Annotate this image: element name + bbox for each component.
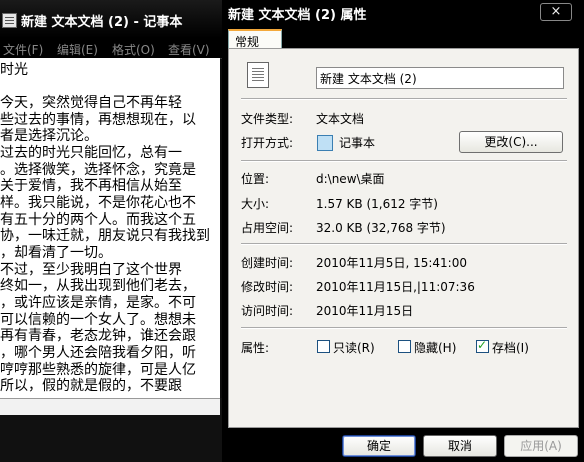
size-on-disk-value: 32.0 KB (32,768 字节) <box>316 221 446 235</box>
text-line: 今天，突然觉得自己不再年轻 <box>0 95 182 111</box>
text-line: 样。我只能说，不是你花心也不 <box>0 195 196 211</box>
separator <box>241 98 567 100</box>
file-type-value: 文本文档 <box>316 112 365 126</box>
menu-view[interactable]: 查看(V) <box>168 41 210 58</box>
text-line: ，或许应该是亲情，是家。不可 <box>0 295 196 311</box>
separator <box>241 327 567 329</box>
apply-button[interactable]: 应用(A) <box>504 435 578 457</box>
text-line: ，哪个男人还会陪我看夕阳，听 <box>0 345 196 361</box>
notepad-title-bar[interactable]: 新建 文本文档 (2) - 记事本 <box>0 0 222 38</box>
change-button[interactable]: 更改(C)... <box>459 131 563 153</box>
text-line: 可以信赖的一个女人了。想想未 <box>0 312 196 328</box>
dialog-title-bar[interactable]: 新建 文本文档 (2) 属性 × <box>222 0 584 25</box>
size-value: 1.57 KB (1,612 字节) <box>316 197 438 211</box>
menu-edit[interactable]: 编辑(E) <box>57 41 98 58</box>
text-line: 哼哼那些熟悉的旋律，可是人亿 <box>0 362 196 378</box>
readonly-label[interactable]: 只读(R) <box>333 339 375 356</box>
filename-field[interactable]: 新建 文本文档 (2) <box>316 67 564 89</box>
created-label: 创建时间: <box>241 256 294 270</box>
text-line: 有五十分的两个人。而我这个五 <box>0 212 196 228</box>
file-type-label: 文件类型: <box>241 112 294 126</box>
separator <box>241 243 567 245</box>
location-label: 位置: <box>241 172 270 186</box>
size-on-disk-label: 占用空间: <box>241 221 294 235</box>
accessed-label: 访问时间: <box>241 304 294 318</box>
text-document-icon <box>247 62 269 88</box>
notepad-title: 新建 文本文档 (2) - 记事本 <box>21 15 183 30</box>
hidden-label[interactable]: 隐藏(H) <box>414 339 456 356</box>
text-line: 再有青春，老态龙钟，谁还会跟 <box>0 328 196 344</box>
text-line: 终如一，从我出现到他们老去， <box>0 278 196 294</box>
location-value: d:\new\桌面 <box>316 172 385 186</box>
modified-value: 2010年11月15日,|11:07:36 <box>316 280 475 294</box>
attributes-label: 属性: <box>241 341 270 355</box>
archive-label[interactable]: 存档(I) <box>492 339 529 356</box>
menu-file[interactable]: 文件(F) <box>3 41 43 58</box>
separator <box>241 160 567 162</box>
text-line: 过去的时光只能回忆，总有一 <box>0 145 182 161</box>
text-line: 不过，至少我明白了这个世界 <box>0 262 182 278</box>
filename-value: 新建 文本文档 (2) <box>320 72 417 86</box>
text-line: 所以，假的就是假的，不要跟 <box>0 378 182 394</box>
horizontal-scrollbar[interactable] <box>0 398 220 415</box>
general-panel: 新建 文本文档 (2) 文件类型: 文本文档 打开方式: 记事本 更改(C)..… <box>228 48 579 428</box>
cancel-button[interactable]: 取消 <box>423 435 497 457</box>
archive-checkbox[interactable] <box>476 338 489 353</box>
modified-label: 修改时间: <box>241 280 294 294</box>
text-line: 时光 <box>0 62 28 78</box>
text-line: 。选择微笑，选择怀念，究竟是 <box>0 162 196 178</box>
notepad-window: 新建 文本文档 (2) - 记事本 文件(F) 编辑(E) 格式(O) 查看(V… <box>0 0 222 462</box>
open-with-value: 记事本 <box>339 136 376 150</box>
menu-format[interactable]: 格式(O) <box>112 41 155 58</box>
text-line: 者是选择沉论。 <box>0 128 98 144</box>
size-label: 大小: <box>241 197 270 211</box>
created-value: 2010年11月5日, 15:41:00 <box>316 256 467 270</box>
notepad-icon <box>2 13 17 28</box>
accessed-value: 2010年11月15日 <box>316 304 414 318</box>
notepad-text-area[interactable]: 时光 今天，突然觉得自己不再年轻 些过去的事情，再想想现在，以 者是选择沉论。 … <box>0 58 220 398</box>
dialog-title: 新建 文本文档 (2) 属性 <box>228 8 367 23</box>
notepad-menu-bar: 文件(F) 编辑(E) 格式(O) 查看(V) <box>0 38 222 59</box>
open-with-label: 打开方式: <box>241 136 294 150</box>
text-line: ，却看清了一切。 <box>0 245 112 261</box>
text-line: 协，一味迁就，朋友说只有我找到 <box>0 228 210 244</box>
notepad-app-icon <box>317 135 333 151</box>
close-button[interactable]: × <box>540 3 572 21</box>
properties-dialog: 新建 文本文档 (2) 属性 × 常规 新建 文本文档 (2) 文件类型: 文本… <box>222 0 584 462</box>
ok-button[interactable]: 确定 <box>342 435 416 457</box>
text-line: 些过去的事情，再想想现在，以 <box>0 112 196 128</box>
text-line: 关于爱情，我不再相信从始至 <box>0 178 182 194</box>
hidden-checkbox[interactable] <box>398 340 411 353</box>
readonly-checkbox[interactable] <box>317 340 330 353</box>
